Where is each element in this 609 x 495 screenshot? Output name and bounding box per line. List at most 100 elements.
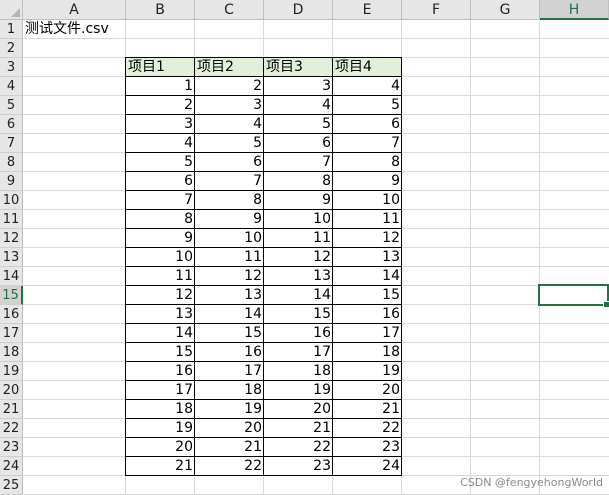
table-cell[interactable]: 13 <box>333 248 402 267</box>
table-cell[interactable]: 5 <box>195 134 264 153</box>
table-cell[interactable]: 16 <box>264 324 333 343</box>
row-header-19[interactable]: 19 <box>0 362 23 381</box>
row-header-11[interactable]: 11 <box>0 210 23 229</box>
column-header-a[interactable]: A <box>23 0 126 20</box>
table-cell[interactable]: 11 <box>195 248 264 267</box>
table-cell[interactable]: 16 <box>195 343 264 362</box>
table-cell[interactable]: 3 <box>126 115 195 134</box>
table-cell[interactable]: 20 <box>126 438 195 457</box>
active-cell-selection[interactable] <box>538 284 609 308</box>
cell-a1[interactable]: 测试文件.csv <box>23 20 186 39</box>
table-cell[interactable]: 13 <box>195 286 264 305</box>
row-header-17[interactable]: 17 <box>0 324 23 343</box>
table-cell[interactable]: 12 <box>264 248 333 267</box>
row-header-22[interactable]: 22 <box>0 419 23 438</box>
column-header-g[interactable]: G <box>471 0 540 20</box>
table-cell[interactable]: 18 <box>195 381 264 400</box>
table-cell[interactable]: 2 <box>126 96 195 115</box>
fill-handle[interactable] <box>603 301 609 308</box>
table-cell[interactable]: 11 <box>333 210 402 229</box>
table-cell[interactable]: 5 <box>333 96 402 115</box>
table-cell[interactable]: 21 <box>126 457 195 476</box>
table-cell[interactable]: 14 <box>333 267 402 286</box>
row-header-7[interactable]: 7 <box>0 134 23 153</box>
table-cell[interactable]: 17 <box>333 324 402 343</box>
row-header-21[interactable]: 21 <box>0 400 23 419</box>
row-header-6[interactable]: 6 <box>0 115 23 134</box>
table-cell[interactable]: 11 <box>264 229 333 248</box>
row-header-20[interactable]: 20 <box>0 381 23 400</box>
table-cell[interactable]: 23 <box>264 457 333 476</box>
table-cell[interactable]: 17 <box>195 362 264 381</box>
table-cell[interactable]: 7 <box>126 191 195 210</box>
table-cell[interactable]: 20 <box>195 419 264 438</box>
table-cell[interactable]: 24 <box>333 457 402 476</box>
row-header-5[interactable]: 5 <box>0 96 23 115</box>
table-cell[interactable]: 9 <box>195 210 264 229</box>
table-cell[interactable]: 18 <box>264 362 333 381</box>
table-cell[interactable]: 22 <box>264 438 333 457</box>
table-cell[interactable]: 3 <box>264 77 333 96</box>
table-cell[interactable]: 4 <box>264 96 333 115</box>
table-cell[interactable]: 9 <box>333 172 402 191</box>
table-cell[interactable]: 22 <box>195 457 264 476</box>
table-cell[interactable]: 19 <box>333 362 402 381</box>
table-cell[interactable]: 4 <box>333 77 402 96</box>
table-cell[interactable]: 6 <box>264 134 333 153</box>
table-cell[interactable]: 21 <box>195 438 264 457</box>
table-cell[interactable]: 2 <box>195 77 264 96</box>
table-cell[interactable]: 9 <box>264 191 333 210</box>
table-cell[interactable]: 15 <box>264 305 333 324</box>
table-cell[interactable]: 23 <box>333 438 402 457</box>
table-cell[interactable]: 6 <box>195 153 264 172</box>
row-header-18[interactable]: 18 <box>0 343 23 362</box>
table-header-cell[interactable]: 项目1 <box>126 58 195 77</box>
row-header-24[interactable]: 24 <box>0 457 23 476</box>
table-cell[interactable]: 15 <box>126 343 195 362</box>
row-header-14[interactable]: 14 <box>0 267 23 286</box>
table-cell[interactable]: 12 <box>126 286 195 305</box>
table-header-cell[interactable]: 项目4 <box>333 58 402 77</box>
table-cell[interactable]: 21 <box>333 400 402 419</box>
column-header-f[interactable]: F <box>402 0 471 20</box>
row-header-8[interactable]: 8 <box>0 153 23 172</box>
row-header-16[interactable]: 16 <box>0 305 23 324</box>
table-cell[interactable]: 16 <box>333 305 402 324</box>
table-cell[interactable]: 6 <box>333 115 402 134</box>
table-cell[interactable]: 10 <box>264 210 333 229</box>
table-cell[interactable]: 12 <box>195 267 264 286</box>
table-cell[interactable]: 8 <box>126 210 195 229</box>
table-cell[interactable]: 6 <box>126 172 195 191</box>
row-header-2[interactable]: 2 <box>0 39 23 58</box>
table-cell[interactable]: 4 <box>195 115 264 134</box>
column-header-d[interactable]: D <box>264 0 333 20</box>
table-cell[interactable]: 16 <box>126 362 195 381</box>
select-all-corner[interactable] <box>0 0 23 20</box>
column-header-e[interactable]: E <box>333 0 402 20</box>
table-header-cell[interactable]: 项目3 <box>264 58 333 77</box>
table-cell[interactable]: 20 <box>264 400 333 419</box>
table-cell[interactable]: 1 <box>126 77 195 96</box>
row-header-4[interactable]: 4 <box>0 77 23 96</box>
row-header-25[interactable]: 25 <box>0 476 23 495</box>
table-cell[interactable]: 5 <box>264 115 333 134</box>
table-cell[interactable]: 22 <box>333 419 402 438</box>
table-cell[interactable]: 15 <box>195 324 264 343</box>
table-header-cell[interactable]: 项目2 <box>195 58 264 77</box>
row-header-12[interactable]: 12 <box>0 229 23 248</box>
table-cell[interactable]: 17 <box>126 381 195 400</box>
table-cell[interactable]: 10 <box>333 191 402 210</box>
table-cell[interactable]: 3 <box>195 96 264 115</box>
row-header-15[interactable]: 15 <box>0 286 23 305</box>
row-header-13[interactable]: 13 <box>0 248 23 267</box>
table-cell[interactable]: 13 <box>264 267 333 286</box>
table-cell[interactable]: 11 <box>126 267 195 286</box>
table-cell[interactable]: 8 <box>333 153 402 172</box>
table-cell[interactable]: 19 <box>264 381 333 400</box>
row-header-9[interactable]: 9 <box>0 172 23 191</box>
table-cell[interactable]: 9 <box>126 229 195 248</box>
table-cell[interactable]: 5 <box>126 153 195 172</box>
table-cell[interactable]: 17 <box>264 343 333 362</box>
table-cell[interactable]: 4 <box>126 134 195 153</box>
table-cell[interactable]: 15 <box>333 286 402 305</box>
